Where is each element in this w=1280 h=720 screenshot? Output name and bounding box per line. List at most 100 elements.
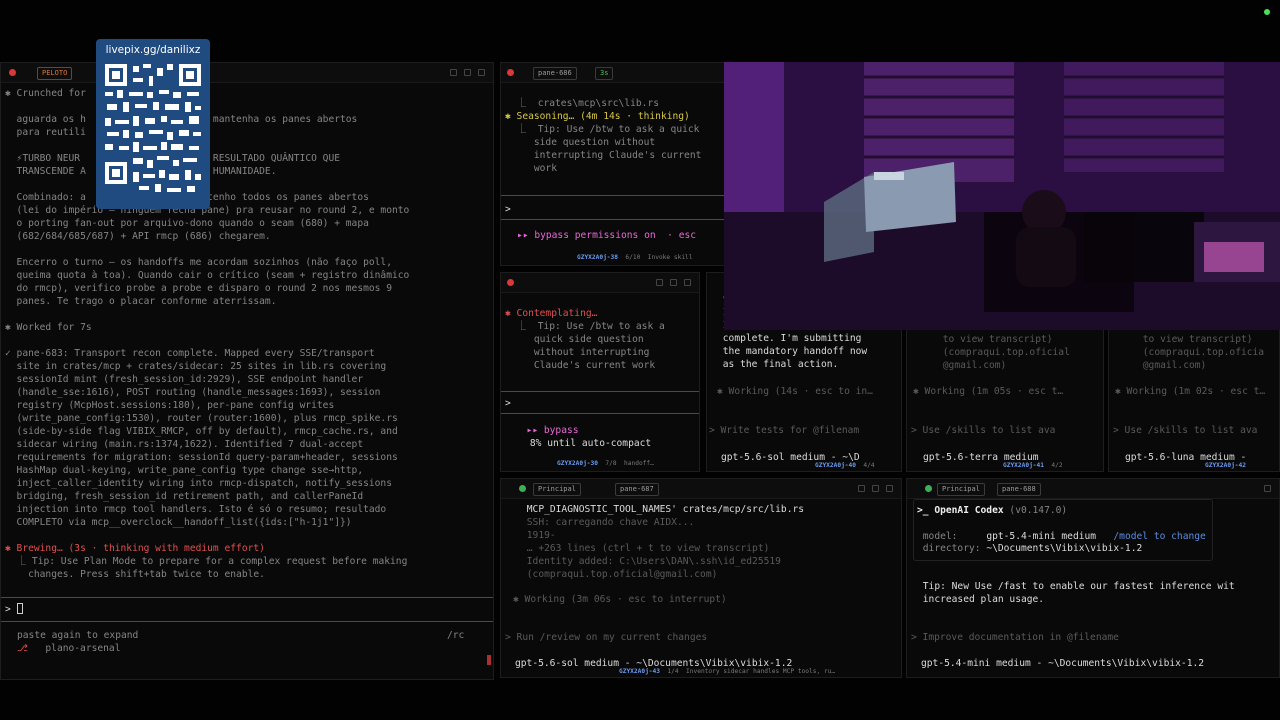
terminal-output: ⎿ crates\mcp\src\lib.rs ✱ Seasoning… (4m …	[505, 97, 723, 187]
codex-directory-line: directory: ~\Documents\Vibix\vibix-1.2	[917, 543, 1143, 554]
prompt-input[interactable]: > Write tests for @filenam	[709, 424, 859, 437]
terminal-output: to view transcript) (compraqui.top.ofici…	[937, 333, 1101, 377]
close-icon[interactable]	[478, 69, 485, 76]
terminal-line: @gmail.com)	[1137, 360, 1207, 371]
prompt-input[interactable]: > Use /skills to list ava	[1113, 424, 1257, 437]
terminal-line: (handle_sse:1616), POST routing (handle_…	[5, 387, 381, 398]
terminal-line: Identity added: C:\Users\DAN\.ssh\id_ed2…	[521, 556, 781, 567]
pane-controls	[450, 69, 485, 76]
working-status: ✱ Working (1m 02s · esc t…	[1115, 386, 1266, 397]
pane-controls	[656, 279, 691, 286]
prompt-divider	[501, 195, 725, 196]
live-indicator-icon	[1264, 9, 1270, 15]
status-bar: GZYX2A0j-42	[1205, 462, 1246, 469]
terminal-line: sessionId mint (fresh_session_id:2929), …	[5, 374, 364, 385]
terminal-pane-left[interactable]: PELOTO ✱ Crunched for aguarda os h round…	[0, 62, 494, 680]
terminal-line: work	[505, 163, 557, 174]
pane-controls	[1264, 485, 1271, 492]
terminal-line: Claude's current work	[505, 360, 656, 371]
qr-code-icon	[103, 62, 203, 202]
split-icon[interactable]	[656, 279, 663, 286]
webcam-overlay	[724, 62, 1280, 330]
terminal-line: without interrupting	[505, 347, 650, 358]
prompt-divider-bottom	[501, 413, 699, 414]
close-dot-icon[interactable]	[507, 69, 514, 76]
rc-command[interactable]: /rc	[447, 629, 464, 642]
terminal-pane-top-middle[interactable]: pane-686 3s ⎿ crates\mcp\src\lib.rs ✱ Sea…	[500, 62, 726, 266]
working-status: ✱ Working (1m 05s · esc t…	[913, 386, 1064, 397]
session-name: ⎇ plano-arsenal	[17, 643, 121, 654]
prompt-char: >	[5, 604, 17, 615]
prompt-input[interactable]: > Use /skills to list ava	[911, 424, 1055, 437]
terminal-line: registry (McpHost.sessions:180), per-pan…	[5, 400, 335, 411]
pane-titlebar: pane-686 3s	[501, 63, 725, 83]
prompt-input[interactable]: >	[505, 397, 511, 410]
status-bar: GZYX2A0j-30 7/8 handoff…	[557, 460, 654, 467]
bypass-permissions-status: ▸▸ bypass permissions on · esc	[517, 230, 697, 241]
terminal-line: the mandatory handoff now	[717, 346, 868, 357]
terminal-line: (compraqui.top.oficial	[937, 347, 1070, 358]
terminal-line: as the final action.	[717, 359, 839, 370]
terminal-line: requirements for migration: sessionId qu…	[5, 452, 398, 463]
status-bar: GZYX2A0j-40 4/4	[815, 462, 875, 469]
status-bar: GZYX2A0j-43 1/4 Inventory sidecar handle…	[619, 668, 836, 675]
pane-id-tag: pane-687	[615, 483, 659, 496]
maximize-icon[interactable]	[1264, 485, 1271, 492]
pane-titlebar: Principal pane-687	[501, 479, 901, 499]
pane-time-tag: 3s	[595, 67, 614, 80]
split-icon[interactable]	[450, 69, 457, 76]
prompt-input[interactable]: > Improve documentation in @filename	[911, 631, 1119, 644]
terminal-line: (682/684/685/687) + API rmcp (686) chega…	[5, 231, 271, 242]
terminal-output: ✱ Crunched for aguarda os h round 2, man…	[5, 87, 489, 607]
pane-group-tag: Principal	[533, 483, 581, 496]
terminal-line: complete. I'm submitting	[717, 333, 862, 344]
maximize-icon[interactable]	[464, 69, 471, 76]
terminal-line: bridging, fresh_session_id retirement pa…	[5, 491, 364, 502]
terminal-line: to view transcript)	[1137, 334, 1253, 345]
close-icon[interactable]	[886, 485, 893, 492]
split-icon[interactable]	[858, 485, 865, 492]
terminal-line: Encerro o turno — os handoffs me acordam…	[5, 257, 392, 268]
prompt-input[interactable]: > Run /review on my current changes	[505, 631, 707, 644]
terminal-line: interrupting Claude's current	[505, 150, 702, 161]
terminal-line: ✱ Seasoning… (4m 14s · thinking)	[505, 111, 690, 122]
donation-url: livepix.gg/danilixz	[105, 44, 201, 56]
terminal-line: inject_caller_identity wiring into rmcp-…	[5, 478, 392, 489]
terminal-output: ✱ Contemplating… ⎿ Tip: Use /btw to ask …	[505, 307, 697, 387]
terminal-line: COMPLETO via mcp__overclock__handoff_lis…	[5, 517, 352, 528]
active-dot-icon[interactable]	[925, 485, 932, 492]
close-dot-icon[interactable]	[507, 279, 514, 286]
codex-tip-line-2: increased plan usage.	[917, 594, 1045, 605]
active-dot-icon[interactable]	[519, 485, 526, 492]
terminal-pane-bottom-middle[interactable]: Principal pane-687 MCP_DIAGNOSTIC_TOOL_N…	[500, 478, 902, 678]
terminal-line: HashMap dual-keying, write_pane_config t…	[5, 465, 364, 476]
pane-group-tag: Principal	[937, 483, 985, 496]
prompt-input[interactable]: >	[5, 603, 23, 616]
terminal-line: para reutili	[5, 127, 86, 138]
close-icon[interactable]	[684, 279, 691, 286]
terminal-pane-codex[interactable]: Principal pane-688 >_ OpenAI Codex (v0.1…	[906, 478, 1280, 678]
terminal-pane-middle-left[interactable]: ✱ Contemplating… ⎿ Tip: Use /btw to ask …	[500, 272, 700, 472]
pane-badge: PELOTO	[37, 67, 73, 80]
terminal-line: panes. Te trago o placar conforme aterri…	[5, 296, 277, 307]
status-bar: GZYX2A0j-38 6/10 Invoke skill	[577, 254, 693, 261]
terminal-output: MCP_DIAGNOSTIC_TOOL_NAMES' crates/mcp/sr…	[521, 503, 899, 583]
terminal-line: SSH: carregando chave AIDX...	[521, 517, 695, 528]
bypass-status: ▸▸ bypass	[515, 425, 579, 436]
prompt-divider-bottom	[1, 621, 493, 622]
status-bar: GZYX2A0j-41 4/2	[1003, 462, 1063, 469]
auto-compact-status: 8% until auto-compact	[501, 438, 652, 449]
working-status: ✱ Working (3m 06s · esc to interrupt)	[513, 594, 727, 605]
terminal-output: to view transcript) (compraqui.top.ofici…	[1137, 333, 1279, 377]
terminal-line: (compraqui.top.oficia	[1137, 347, 1265, 358]
terminal-line: … +263 lines (ctrl + t to view transcrip…	[521, 543, 770, 554]
prompt-input[interactable]: >	[505, 203, 511, 216]
maximize-icon[interactable]	[872, 485, 879, 492]
close-dot-icon[interactable]	[9, 69, 16, 76]
terminal-line: ⎿ crates\mcp\src\lib.rs	[505, 98, 659, 109]
terminal-line: changes. Press shift+tab twice to enable…	[5, 569, 265, 580]
terminal-line: ✱ Brewing… (3s · thinking with medium ef…	[5, 543, 265, 554]
terminal-line: injection into rmcp tool handlers. Isto …	[5, 504, 387, 515]
model-status: gpt-5.4-mini medium - ~\Documents\Vibix\…	[921, 658, 1205, 669]
maximize-icon[interactable]	[670, 279, 677, 286]
